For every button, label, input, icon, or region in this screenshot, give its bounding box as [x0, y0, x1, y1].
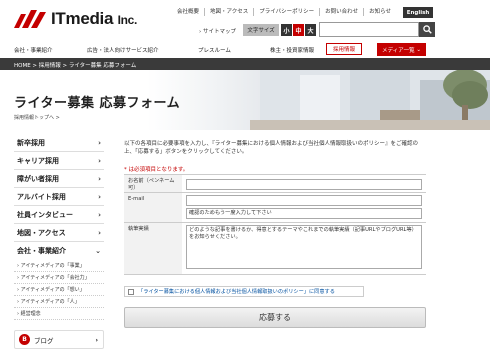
top-link-company[interactable]: 会社概要	[172, 8, 206, 16]
name-field-wrap	[182, 175, 426, 192]
form-row-email: E-mail 確認のためもう一度入力して下さい	[124, 193, 426, 223]
breadcrumb[interactable]: HOME > 採用情報 > ライター募集 応募フォーム	[14, 61, 136, 69]
font-size-medium-button[interactable]: 中	[293, 24, 304, 36]
submit-button[interactable]: 応募する	[124, 307, 426, 328]
chevron-right-icon: ›	[98, 210, 101, 219]
search-input[interactable]	[319, 22, 419, 37]
search-button[interactable]	[419, 22, 435, 37]
blog-label: ブログ	[34, 336, 54, 345]
chevron-right-icon: ›	[98, 138, 101, 147]
font-size-small-button[interactable]: 小	[281, 24, 292, 36]
required-note: * は必須項目となります。	[124, 167, 189, 173]
sidebar-item-company[interactable]: 会社・事業紹介 ⌄	[14, 242, 104, 260]
chevron-right-icon: ›	[98, 174, 101, 183]
email-field-wrap: 確認のためもう一度入力して下さい	[182, 193, 426, 222]
itmedia-logo[interactable]: ITmedia Inc.	[14, 9, 137, 29]
sidebar-sub-vision[interactable]: › アイティメディアの「想い」	[14, 284, 104, 296]
font-size-label: 文字サイズ	[243, 24, 279, 36]
works-label: 執筆実績	[124, 223, 182, 274]
nav-pressroom-label: プレスルーム	[198, 47, 231, 54]
sidebar-sub-strength[interactable]: › アイティメディアの「会社力」	[14, 272, 104, 284]
sidebar-item-label: 新卒採用	[17, 138, 45, 147]
main-nav: 会社・事業紹介 広告・法人向けサービス紹介 プレスルーム 株主・投資家情報 採用…	[0, 42, 490, 57]
application-form: お名前（ペンネーム可） E-mail 確認のためもう一度入力して下さい 執筆実績…	[124, 174, 426, 275]
top-link-access[interactable]: 地図・アクセス	[205, 8, 255, 16]
name-label: お名前（ペンネーム可）	[124, 175, 182, 192]
top-link-privacy[interactable]: プライバシーポリシー	[254, 8, 321, 16]
form-row-works: 執筆実績 どのような記事を書けるか、得意とするテーマやこれまでの執筆実績（記事U…	[124, 223, 426, 275]
nav-ad-services-label: 広告・法人向けサービス紹介	[87, 47, 159, 54]
logo-mark-icon	[14, 10, 46, 28]
works-textarea[interactable]: どのような記事を書けるか、得意とするテーマやこれまでの執筆実績（記事URLやブロ…	[186, 225, 422, 269]
font-size-large-button[interactable]: 大	[305, 24, 316, 36]
top-links: 会社概要 地図・アクセス プライバシーポリシー お問い合わせ お知らせ	[172, 8, 396, 16]
nav-media-label: メディア一覧	[382, 47, 415, 54]
sidebar-item-label: キャリア採用	[17, 156, 59, 165]
works-field-wrap: どのような記事を書けるか、得意とするテーマやこれまでの執筆実績（記事URLやブロ…	[182, 223, 426, 274]
page-title: ライター募集 応募フォーム	[14, 96, 181, 111]
nav-recruit-label: 採用情報	[333, 47, 356, 53]
email-confirm-field[interactable]: 確認のためもう一度入力して下さい	[186, 208, 422, 219]
logo-text: ITmedia Inc.	[51, 9, 138, 28]
nav-ir-label: 株主・投資家情報	[270, 47, 315, 54]
sidebar-sub-people[interactable]: › アイティメディアの「人」	[14, 296, 104, 308]
sidebar-item-label: 障がい者採用	[17, 174, 59, 183]
sidebar-item-new-grad[interactable]: 新卒採用 ›	[14, 134, 104, 152]
consent-checkbox[interactable]	[128, 288, 134, 295]
sidebar-item-label: 地図・アクセス	[17, 228, 66, 237]
form-intro-text: 以下の各項目に必要事項を入力し、『ライター募集における個人情報および当社個人情報…	[124, 141, 419, 155]
top-link-news[interactable]: お知らせ	[364, 8, 396, 16]
chevron-right-icon: ›	[98, 228, 101, 237]
nav-pressroom[interactable]: プレスルーム	[198, 42, 231, 57]
email-field[interactable]	[186, 195, 422, 206]
sidebar-item-label: 会社・事業紹介	[17, 247, 66, 255]
sidebar-item-access[interactable]: 地図・アクセス ›	[14, 224, 104, 242]
recruit-top-link[interactable]: 採用情報トップへ >	[14, 114, 60, 121]
page: ITmedia Inc. 会社概要 地図・アクセス プライバシーポリシー お問い…	[0, 0, 490, 353]
sidebar-sub-philosophy[interactable]: › 経営理念	[14, 308, 104, 320]
nav-ad-services[interactable]: 広告・法人向けサービス紹介	[87, 42, 159, 57]
sidebar-item-label: 社員インタビュー	[17, 210, 73, 219]
nav-company[interactable]: 会社・事業紹介	[14, 42, 53, 57]
sidebar: 新卒採用 › キャリア採用 › 障がい者採用 › アルバイト採用 › 社員インタビュー ›…	[14, 134, 104, 320]
chevron-down-icon: ⌄	[95, 247, 101, 255]
sitemap-link[interactable]: › サイトマップ	[199, 27, 236, 35]
sidebar-item-career[interactable]: キャリア採用 ›	[14, 152, 104, 170]
name-field[interactable]	[186, 179, 422, 190]
sidebar-sub-business[interactable]: › アイティメディアの「事業」	[14, 260, 104, 272]
sidebar-item-interview[interactable]: 社員インタビュー ›	[14, 206, 104, 224]
email-label: E-mail	[124, 193, 182, 222]
chevron-down-icon: ⌄	[416, 46, 421, 53]
sidebar-item-label: アルバイト採用	[17, 192, 66, 201]
nav-company-label: 会社・事業紹介	[14, 47, 53, 54]
form-row-name: お名前（ペンネーム可）	[124, 175, 426, 193]
blog-icon: B	[19, 334, 30, 345]
chevron-right-icon: ›	[98, 156, 101, 165]
chevron-right-icon: ›	[98, 192, 101, 201]
consent-label: 「ライター募集における個人情報および当社個人情報取扱いのポリシー」に同意する	[138, 289, 335, 295]
sidebar-item-parttime[interactable]: アルバイト採用 ›	[14, 188, 104, 206]
top-link-contact[interactable]: お問い合わせ	[320, 8, 365, 16]
nav-ir[interactable]: 株主・投資家情報	[270, 42, 314, 57]
nav-recruit[interactable]: 採用情報	[326, 43, 363, 55]
chevron-right-icon: ›	[95, 335, 98, 344]
english-button[interactable]: English	[403, 7, 433, 18]
consent-checkbox-row[interactable]: 「ライター募集における個人情報および当社個人情報取扱いのポリシー」に同意する	[124, 286, 364, 297]
sitemap-label: サイトマップ	[202, 29, 236, 35]
blog-button[interactable]: B ブログ ›	[14, 330, 104, 349]
nav-media-list[interactable]: メディア一覧 ⌄	[377, 43, 426, 56]
search-icon	[422, 25, 432, 34]
sidebar-item-disability[interactable]: 障がい者採用 ›	[14, 170, 104, 188]
